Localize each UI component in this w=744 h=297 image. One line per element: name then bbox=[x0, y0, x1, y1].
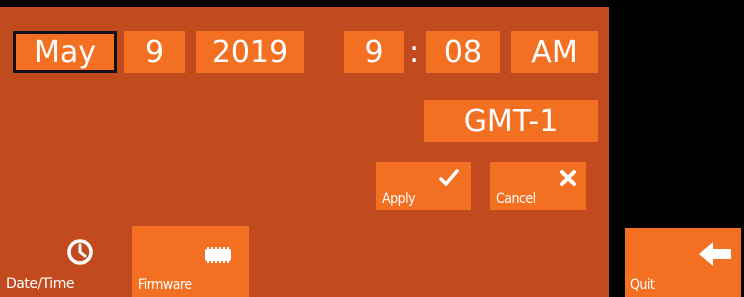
time-separator: : bbox=[408, 34, 420, 70]
apply-button[interactable]: Apply bbox=[376, 162, 471, 210]
checkmark-icon bbox=[439, 169, 459, 186]
tab-datetime[interactable]: Date/Time bbox=[6, 234, 122, 294]
chip-icon bbox=[205, 247, 231, 263]
tab-firmware[interactable]: Firmware bbox=[132, 226, 249, 297]
ampm-field[interactable]: AM bbox=[511, 31, 598, 73]
apply-label: Apply bbox=[382, 191, 416, 207]
quit-label: Quit bbox=[630, 277, 655, 293]
minute-field[interactable]: 08 bbox=[426, 31, 500, 73]
cancel-button[interactable]: Cancel bbox=[490, 162, 586, 210]
left-arrow-icon bbox=[699, 242, 731, 266]
tab-datetime-label: Date/Time bbox=[6, 276, 74, 292]
x-icon bbox=[560, 170, 576, 186]
tab-firmware-label: Firmware bbox=[138, 277, 192, 293]
timezone-field[interactable]: GMT-1 bbox=[424, 100, 598, 142]
cancel-label: Cancel bbox=[496, 191, 536, 207]
month-field[interactable]: May bbox=[13, 31, 117, 73]
quit-button[interactable]: Quit bbox=[625, 228, 741, 297]
clock-icon bbox=[67, 239, 93, 265]
hour-field[interactable]: 9 bbox=[344, 31, 404, 73]
year-field[interactable]: 2019 bbox=[196, 31, 304, 73]
day-field[interactable]: 9 bbox=[124, 31, 185, 73]
